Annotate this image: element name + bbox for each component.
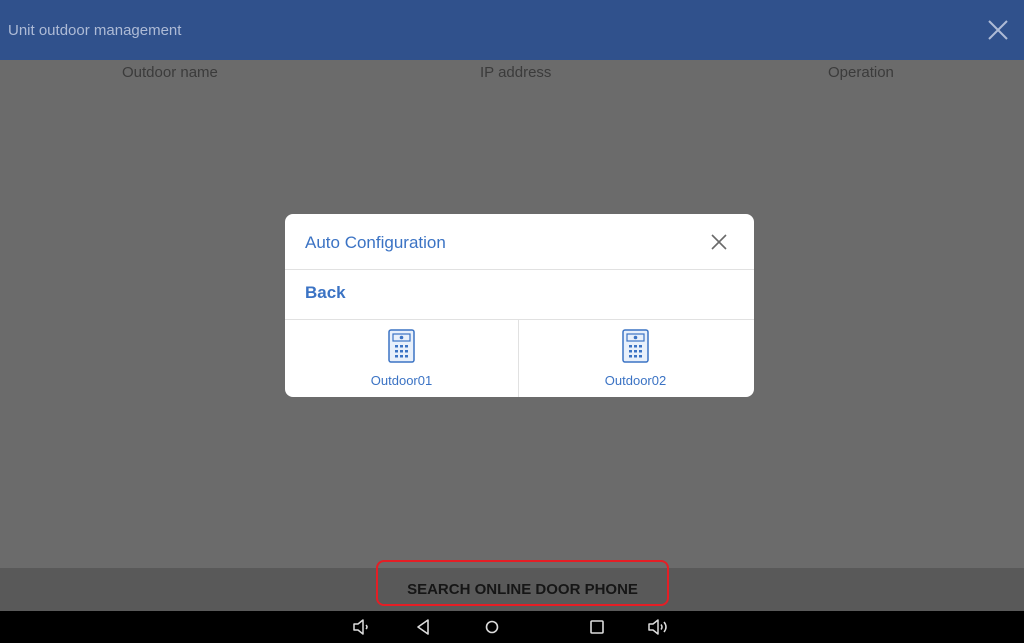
column-header-operation: Operation bbox=[828, 64, 894, 81]
title-bar: Unit outdoor management bbox=[0, 0, 1024, 60]
column-header-ip-address: IP address bbox=[480, 64, 552, 81]
volume-down-icon[interactable] bbox=[351, 617, 373, 637]
dialog-close-icon[interactable] bbox=[709, 232, 729, 252]
back-button[interactable]: Back bbox=[305, 283, 346, 303]
dialog-title: Auto Configuration bbox=[305, 233, 446, 252]
volume-up-icon[interactable] bbox=[647, 617, 669, 637]
page-title: Unit outdoor management bbox=[8, 22, 182, 39]
back-icon[interactable] bbox=[413, 617, 435, 637]
device-tile-outdoor01[interactable]: Outdoor01 bbox=[285, 320, 518, 397]
search-online-door-phone-button[interactable]: SEARCH ONLINE DOOR PHONE bbox=[376, 560, 669, 606]
search-button-label: SEARCH ONLINE DOOR PHONE bbox=[407, 581, 638, 598]
auto-configuration-dialog: Auto Configuration Back Outdoor01 Outdoo… bbox=[285, 214, 754, 397]
table-header: Outdoor name IP address Operation bbox=[0, 60, 1024, 88]
device-tile-outdoor02[interactable]: Outdoor02 bbox=[519, 320, 752, 397]
home-icon[interactable] bbox=[481, 617, 503, 637]
column-header-outdoor-name: Outdoor name bbox=[122, 64, 218, 81]
door-phone-icon bbox=[388, 329, 415, 363]
door-phone-icon bbox=[622, 329, 649, 363]
recent-apps-icon[interactable] bbox=[586, 617, 608, 637]
close-icon[interactable] bbox=[980, 12, 1016, 48]
device-name: Outdoor02 bbox=[604, 373, 667, 388]
system-nav-bar bbox=[0, 611, 1024, 643]
divider bbox=[285, 269, 754, 270]
device-name: Outdoor01 bbox=[370, 373, 433, 388]
